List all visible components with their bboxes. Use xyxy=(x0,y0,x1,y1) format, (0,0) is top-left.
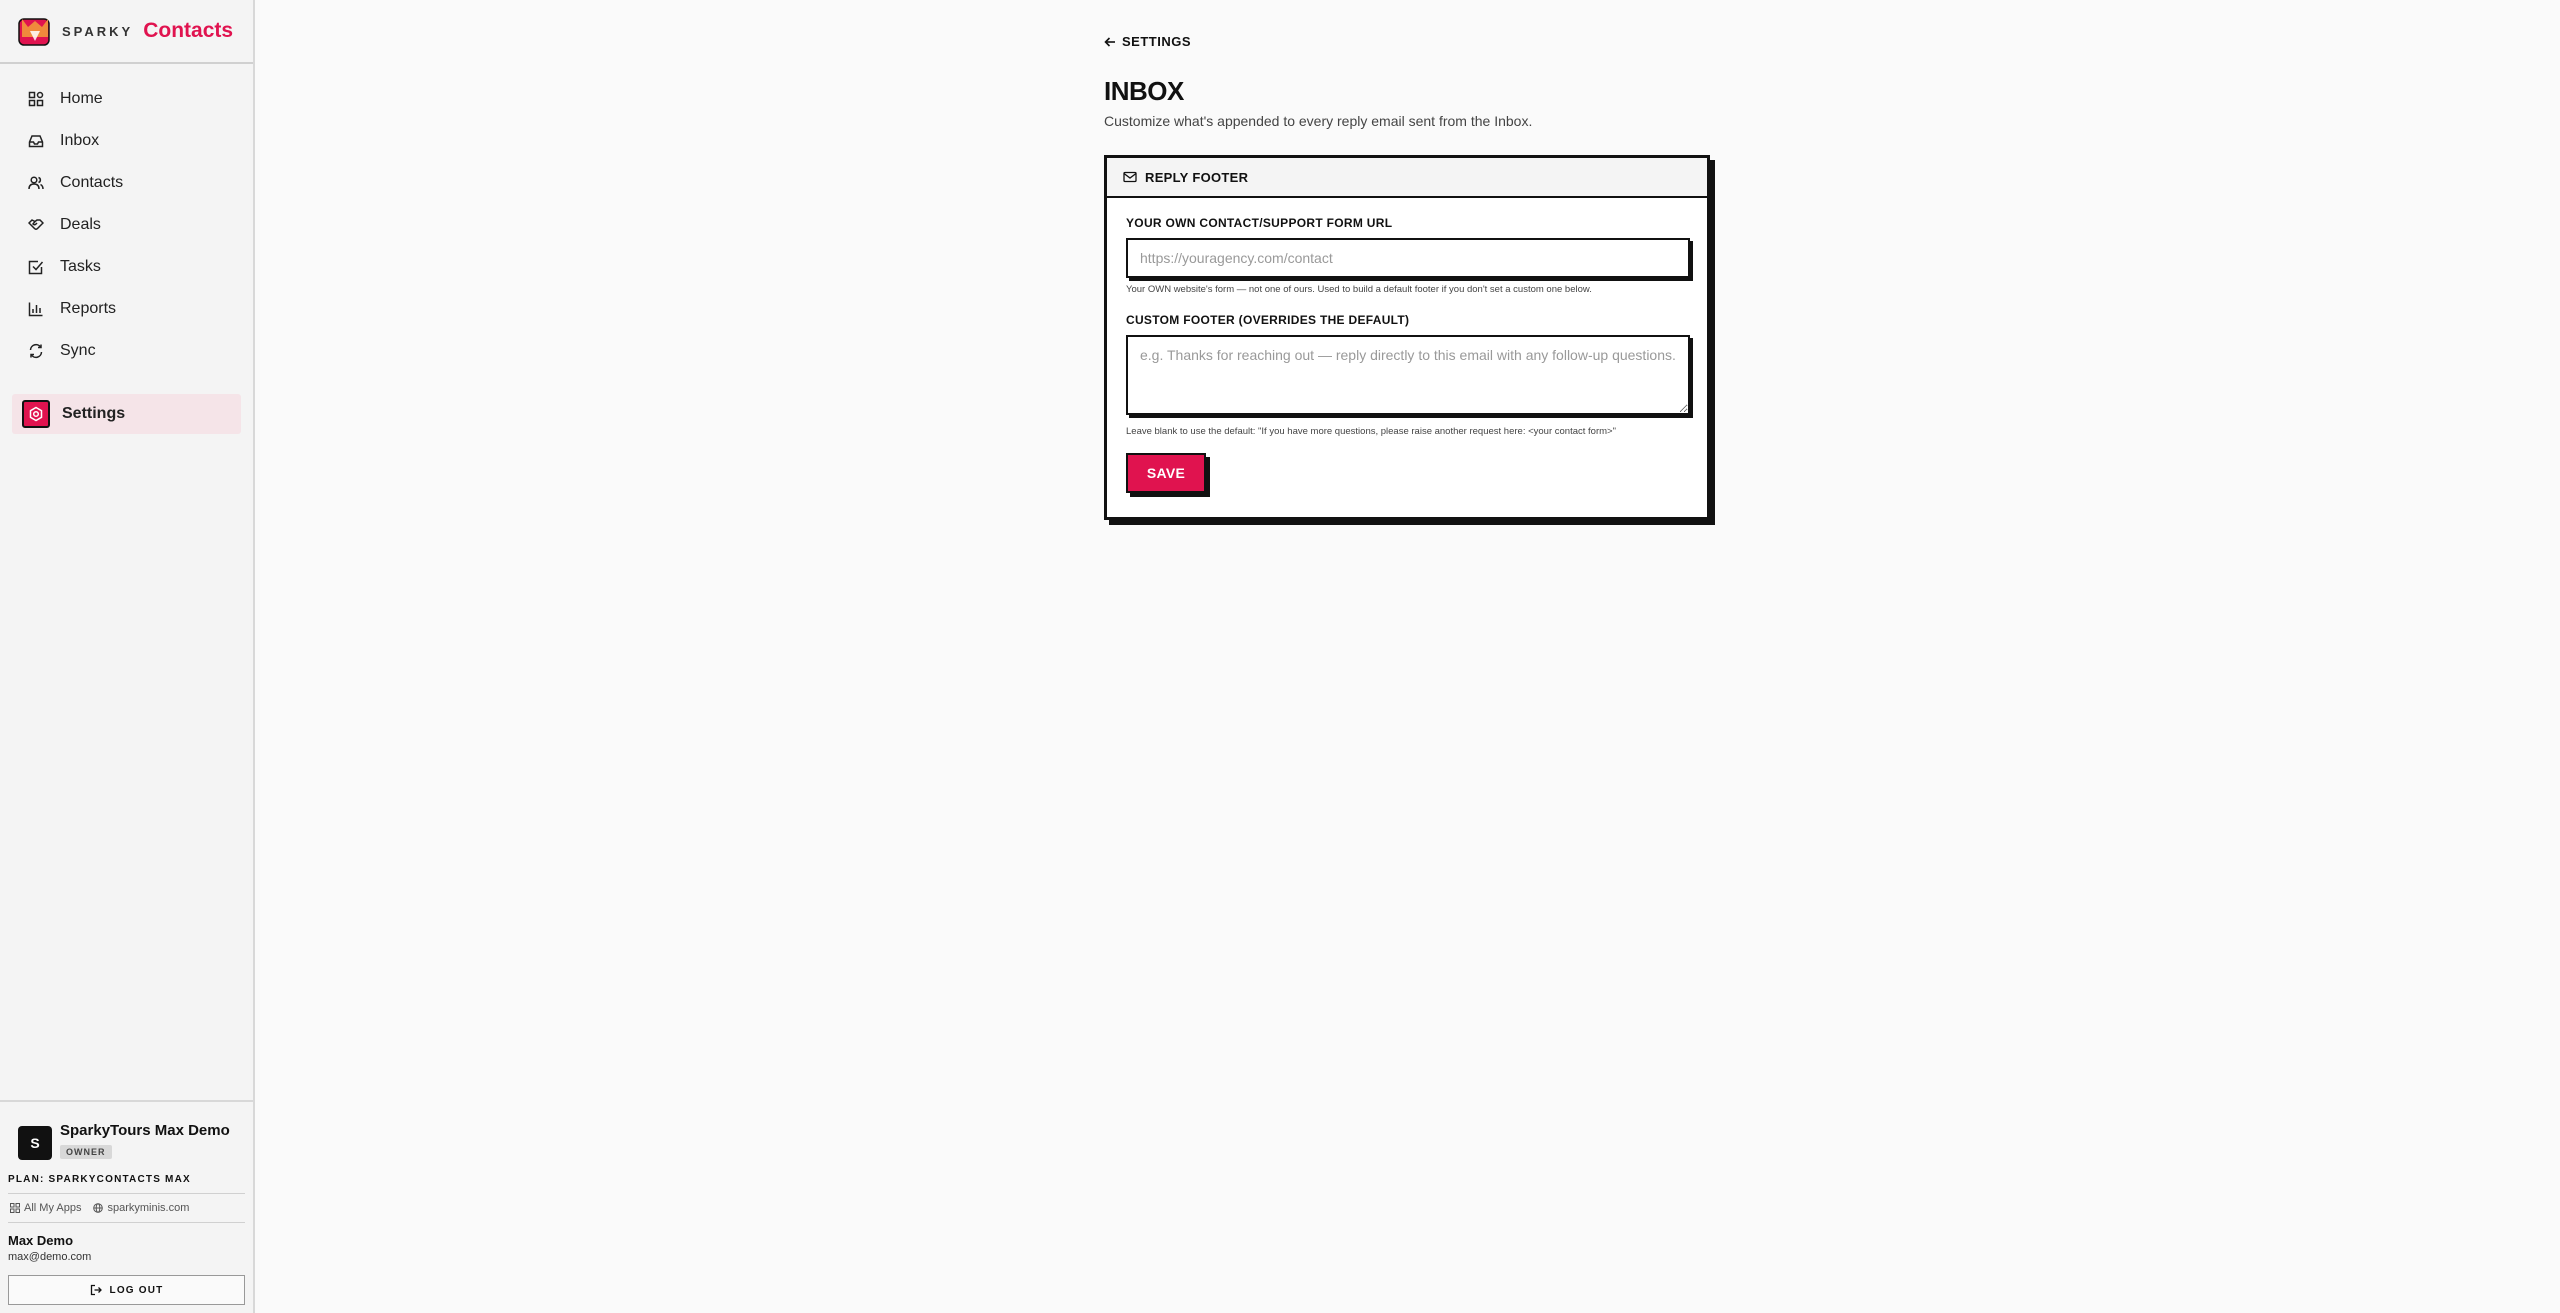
sidebar: SPARKY Contacts Home Inbox Contacts Deal… xyxy=(0,0,255,1313)
mail-icon xyxy=(1123,171,1137,183)
bar-chart-icon xyxy=(28,301,44,317)
handshake-icon xyxy=(28,217,44,233)
nav-item-contacts[interactable]: Contacts xyxy=(0,162,253,204)
inbox-icon xyxy=(28,133,44,149)
nav-item-inbox[interactable]: Inbox xyxy=(0,120,253,162)
logout-label: LOG OUT xyxy=(109,1284,164,1296)
refresh-icon xyxy=(28,343,44,359)
contact-form-url-input[interactable] xyxy=(1126,238,1690,278)
all-apps-link[interactable]: All My Apps xyxy=(10,1202,81,1214)
brand-prefix: SPARKY xyxy=(62,23,134,39)
org-name: SparkyTours Max Demo xyxy=(60,1122,230,1139)
brand[interactable]: SPARKY Contacts xyxy=(0,0,253,64)
globe-icon xyxy=(93,1203,104,1213)
arrow-left-icon xyxy=(1104,36,1115,47)
nav-item-tasks[interactable]: Tasks xyxy=(0,246,253,288)
website-label: sparkyminis.com xyxy=(107,1202,190,1214)
card-header: REPLY FOOTER xyxy=(1107,158,1707,198)
custom-footer-textarea[interactable] xyxy=(1126,335,1690,415)
logout-button[interactable]: LOG OUT xyxy=(8,1275,245,1305)
nav-item-settings[interactable]: Settings xyxy=(12,394,241,434)
url-hint: Your OWN website's form — not one of our… xyxy=(1126,284,1592,295)
users-icon xyxy=(28,175,44,191)
user-email: max@demo.com xyxy=(8,1251,92,1263)
nav-item-label: Inbox xyxy=(60,132,100,149)
url-label: YOUR OWN CONTACT/SUPPORT FORM URL xyxy=(1126,216,1393,230)
main-nav: Home Inbox Contacts Deals Tasks Reports … xyxy=(0,64,253,434)
logout-icon xyxy=(90,1284,102,1296)
reply-footer-card: REPLY FOOTER YOUR OWN CONTACT/SUPPORT FO… xyxy=(1104,155,1710,520)
all-apps-label: All My Apps xyxy=(24,1202,82,1214)
nav-item-label: Tasks xyxy=(60,258,101,275)
settings-icon xyxy=(22,400,50,428)
nav-item-deals[interactable]: Deals xyxy=(0,204,253,246)
brand-name: Contacts xyxy=(143,19,234,42)
footer-label: CUSTOM FOOTER (OVERRIDES THE DEFAULT) xyxy=(1126,313,1410,327)
sparky-logo-icon xyxy=(18,18,50,46)
app-links: All My Apps sparkyminis.com xyxy=(8,1194,245,1223)
home-icon xyxy=(28,91,44,107)
org-switcher[interactable]: S SparkyTours Max Demo OWNER xyxy=(8,1120,245,1160)
back-to-settings-link[interactable]: SETTINGS xyxy=(1104,34,1191,49)
website-link[interactable]: sparkyminis.com xyxy=(93,1202,189,1214)
nav-item-label: Sync xyxy=(60,342,96,359)
role-badge: OWNER xyxy=(60,1145,112,1159)
checkbox-icon xyxy=(28,259,44,275)
back-label: SETTINGS xyxy=(1122,34,1192,49)
user-name: Max Demo xyxy=(8,1233,74,1248)
nav-item-label: Contacts xyxy=(60,174,124,191)
account-panel: S SparkyTours Max Demo OWNER PLAN: SPARK… xyxy=(0,1100,253,1313)
plan-label: PLAN: SPARKYCONTACTS MAX xyxy=(8,1174,245,1194)
nav-item-label: Deals xyxy=(60,216,101,233)
grid-icon xyxy=(10,1203,20,1213)
footer-hint: Leave blank to use the default: "If you … xyxy=(1126,426,1616,437)
card-body: YOUR OWN CONTACT/SUPPORT FORM URL Your O… xyxy=(1107,198,1707,511)
nav-item-reports[interactable]: Reports xyxy=(0,288,253,330)
page-title: INBOX xyxy=(1104,76,1184,106)
page-subtitle: Customize what's appended to every reply… xyxy=(1104,113,1533,129)
nav-item-label: Reports xyxy=(60,300,117,317)
save-button[interactable]: SAVE xyxy=(1126,453,1206,493)
org-avatar: S xyxy=(18,1126,52,1160)
card-title: REPLY FOOTER xyxy=(1145,169,1249,185)
nav-item-label: Home xyxy=(60,90,103,107)
nav-item-home[interactable]: Home xyxy=(0,78,253,120)
nav-item-sync[interactable]: Sync xyxy=(0,330,253,372)
nav-item-label: Settings xyxy=(62,405,126,422)
